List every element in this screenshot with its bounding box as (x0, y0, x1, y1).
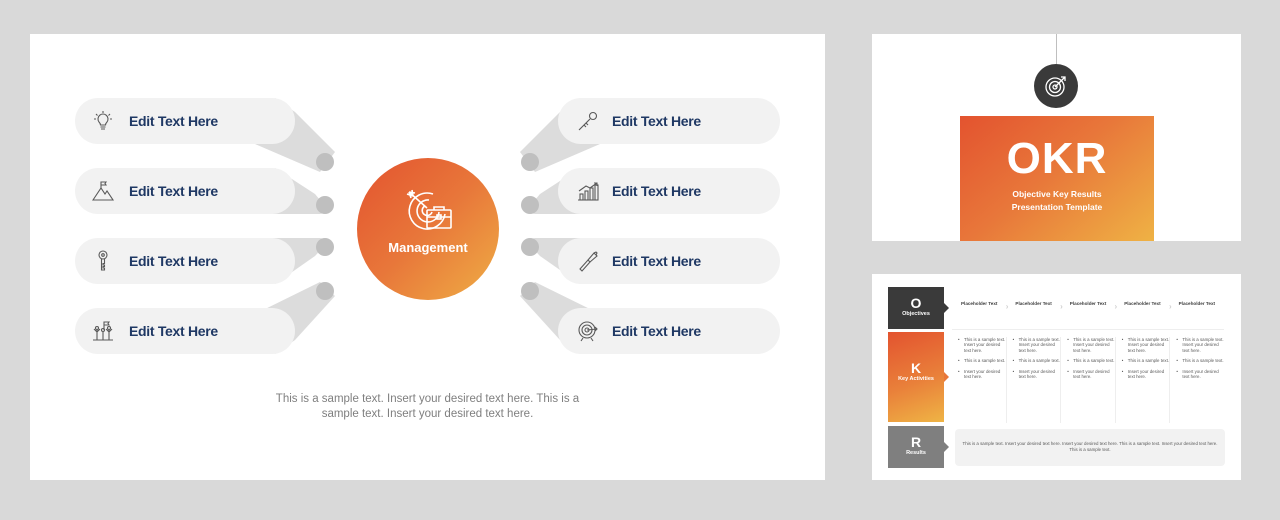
item-right-1[interactable]: Edit Text Here (558, 98, 780, 144)
connector-dot-right-4 (521, 282, 539, 300)
target-icon (578, 321, 598, 342)
placeholder-cell: Placeholder Text › (960, 301, 1009, 311)
slide-thumbnail-okr-table[interactable]: O Objectives K Key Activities R Results … (872, 274, 1241, 480)
placeholder-row: Placeholder Text › Placeholder Text › Plac… (952, 301, 1224, 321)
center-label: Management (388, 240, 468, 255)
connector-dot-right-3 (521, 238, 539, 256)
connector-dot-left-1 (316, 153, 334, 171)
growth-chart-icon (578, 182, 599, 201)
key-activities-columns: This is a sample text. Insert your desir… (952, 337, 1224, 423)
results-text-box: This is a sample text. Insert your desir… (955, 429, 1225, 466)
connector-dot-right-1 (521, 153, 539, 171)
management-center-circle[interactable]: Management (357, 158, 499, 300)
bullet-column: This is a sample text. Insert your desir… (1060, 337, 1115, 423)
placeholder-cell: Placeholder Text › (1069, 301, 1118, 311)
block-name: Objectives (902, 311, 930, 317)
item-label: Edit Text Here (129, 323, 218, 339)
item-right-3[interactable]: Edit Text Here (558, 238, 780, 284)
item-label: Edit Text Here (612, 323, 701, 339)
subtitle-line-2: Presentation Template (1011, 202, 1103, 212)
results-block: R Results (888, 426, 949, 468)
item-right-4[interactable]: Edit Text Here (558, 308, 780, 354)
connector-dot-left-3 (316, 238, 334, 256)
block-letter: R (910, 434, 922, 450)
dart-icon (578, 111, 598, 131)
item-label: Edit Text Here (129, 253, 218, 269)
item-right-2[interactable]: Edit Text Here (558, 168, 780, 214)
key-icon (98, 250, 108, 271)
objectives-block: O Objectives (888, 287, 949, 329)
mountain-flag-icon (91, 181, 115, 201)
connector-dot-left-4 (316, 282, 334, 300)
connector-dot-left-2 (316, 196, 334, 214)
placeholder-cell: Placeholder Text (1178, 301, 1216, 306)
placeholder-cell: Placeholder Text › (1015, 301, 1063, 311)
bullet-column: This is a sample text. Insert your desir… (1114, 337, 1170, 423)
key-activities-block: K Key Activities (888, 332, 949, 422)
block-name: Results (906, 450, 926, 456)
slide-thumbnail-title[interactable]: OKR Objective Key Results Presentation T… (872, 34, 1241, 241)
divider (952, 329, 1224, 330)
target-arrow-icon (1045, 76, 1066, 97)
item-left-2[interactable]: Edit Text Here (75, 168, 295, 214)
block-name: Key Activities (898, 376, 934, 382)
target-briefcase-icon (406, 189, 452, 230)
team-flag-icon (93, 321, 113, 341)
bullet-column: This is a sample text. Insert your desir… (952, 337, 1006, 423)
lightbulb-icon (94, 111, 112, 130)
item-label: Edit Text Here (129, 183, 218, 199)
hanger-line (1056, 34, 1057, 64)
title-card: OKR Objective Key Results Presentation T… (960, 116, 1154, 241)
placeholder-cell: Placeholder Text › (1124, 301, 1172, 311)
subtitle-text: Objective Key Results Presentation Templ… (960, 188, 1154, 214)
footer-text: This is a sample text. Insert your desir… (275, 393, 580, 420)
item-label: Edit Text Here (612, 253, 701, 269)
item-label: Edit Text Here (612, 113, 701, 129)
block-letter: O (910, 295, 922, 311)
item-label: Edit Text Here (612, 183, 701, 199)
title-text: OKR (1006, 134, 1108, 183)
slide-thumbnail-management[interactable]: Edit Text Here Edit Text Here Edit Text … (30, 34, 825, 480)
item-label: Edit Text Here (129, 113, 218, 129)
telescope-icon (579, 251, 598, 272)
connector-dot-right-2 (521, 196, 539, 214)
bullet-column: This is a sample text. Insert your desir… (1005, 337, 1061, 423)
item-left-3[interactable]: Edit Text Here (75, 238, 295, 284)
subtitle-line-1: Objective Key Results (1012, 189, 1102, 199)
bullet-column: This is a sample text. Insert your desir… (1169, 337, 1224, 423)
block-letter: K (910, 360, 922, 376)
item-left-1[interactable]: Edit Text Here (75, 98, 295, 144)
target-badge (1034, 64, 1078, 108)
item-left-4[interactable]: Edit Text Here (75, 308, 295, 354)
